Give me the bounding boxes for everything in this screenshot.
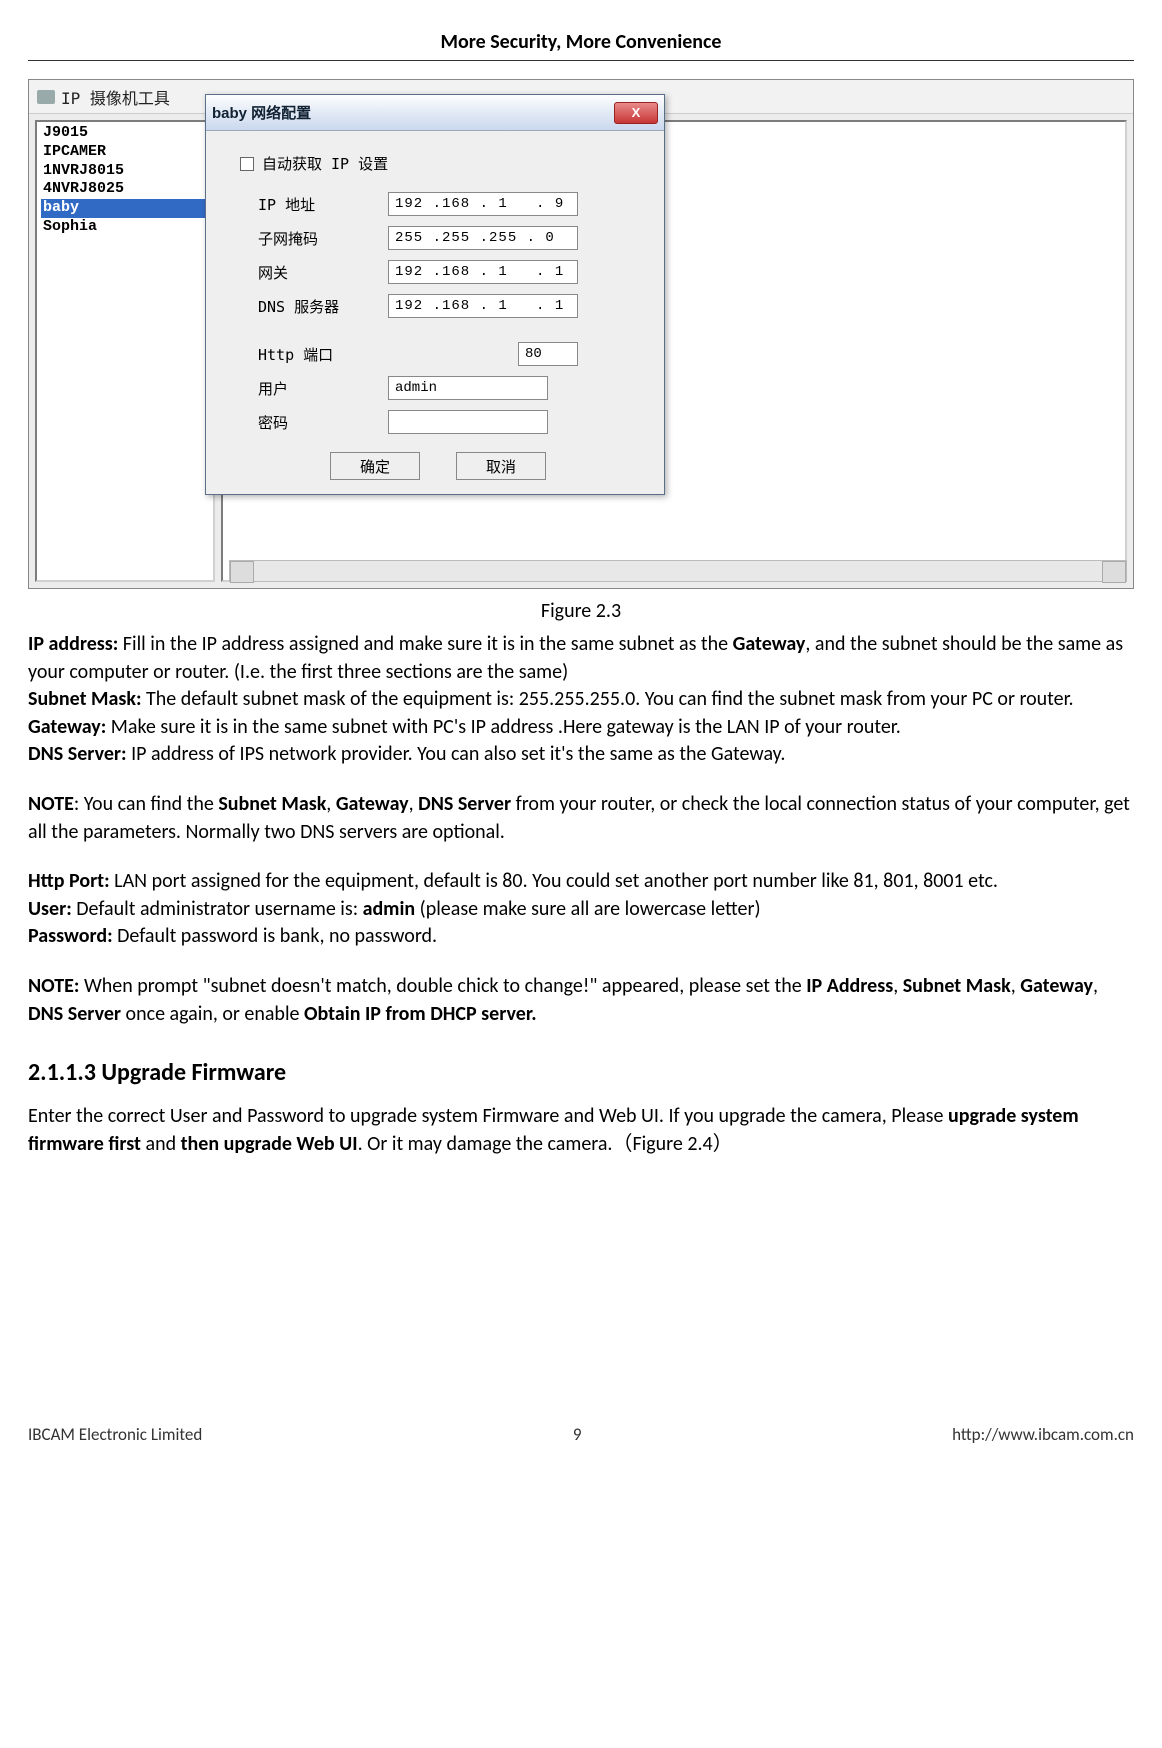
figure-caption: Figure 2.3 — [28, 599, 1134, 623]
user-input[interactable] — [388, 376, 548, 400]
t: Subnet Mask — [903, 974, 1011, 998]
page-footer: IBCAM Electronic Limited 9 http://www.ib… — [28, 1418, 1134, 1451]
t: IP address of IPS network provider. You … — [127, 742, 786, 766]
user-label: 用户 — [258, 378, 388, 399]
t: Enter the correct User and Password to u… — [28, 1104, 948, 1128]
pass-label: 密码 — [258, 412, 388, 433]
dns-label: DNS 服务器 — [258, 296, 388, 317]
t: (please make sure all are lowercase lett… — [415, 897, 760, 921]
t: Default password is bank, no password. — [113, 924, 438, 948]
password-input[interactable] — [388, 410, 548, 434]
t: Fill in the IP address assigned and make… — [118, 632, 732, 656]
ok-button[interactable]: 确定 — [330, 452, 420, 480]
camera-icon — [37, 90, 55, 104]
http-label: Http Port: — [28, 869, 110, 893]
footer-url: http://www.ibcam.com.cn — [952, 1424, 1134, 1445]
t: Make sure it is in the same subnet with … — [106, 715, 901, 739]
device-list-item[interactable]: baby — [41, 199, 209, 218]
device-list-item[interactable]: J9015 — [41, 124, 209, 143]
t: , — [1093, 974, 1098, 998]
device-list-item[interactable]: 1NVRJ8015 — [41, 162, 209, 181]
device-list-item[interactable]: IPCAMER — [41, 143, 209, 162]
ip-input[interactable] — [388, 192, 578, 216]
gateway-label: 网关 — [258, 262, 388, 283]
t: LAN port assigned for the equipment, def… — [110, 869, 998, 893]
mask-input[interactable] — [388, 226, 578, 250]
ip-label: IP 地址 — [258, 194, 388, 215]
port-input[interactable] — [518, 342, 578, 366]
right-pane: baby 网络配置 X 自动获取 IP 设置 IP 地址 — [221, 120, 1127, 582]
network-config-dialog: baby 网络配置 X 自动获取 IP 设置 IP 地址 — [205, 94, 665, 495]
ip-address-label: IP address: — [28, 632, 118, 656]
t: IP Address — [806, 974, 893, 998]
t: DNS Server — [418, 792, 511, 816]
t: The default subnet mask of the equipment… — [142, 687, 1074, 711]
gateway-input[interactable] — [388, 260, 578, 284]
tool-window: IP 摄像机工具 J9015IPCAMER1NVRJ80154NVRJ8025b… — [28, 79, 1134, 589]
auto-ip-row[interactable]: 自动获取 IP 设置 — [240, 153, 648, 174]
t: , — [893, 974, 903, 998]
t: Gateway — [1020, 974, 1093, 998]
user-label-txt: User: — [28, 897, 72, 921]
device-list-item[interactable]: 4NVRJ8025 — [41, 180, 209, 199]
device-list[interactable]: J9015IPCAMER1NVRJ80154NVRJ8025babySophia — [35, 120, 215, 582]
t: Gateway — [336, 792, 409, 816]
t: DNS Server — [28, 1002, 121, 1026]
t: : You can find the — [74, 792, 218, 816]
t: Subnet Mask — [218, 792, 326, 816]
cancel-button[interactable]: 取消 — [456, 452, 546, 480]
t: , — [409, 792, 419, 816]
gateway-label-txt: Gateway: — [28, 715, 106, 739]
mask-label: 子网掩码 — [258, 228, 388, 249]
dns-input[interactable] — [388, 294, 578, 318]
auto-ip-label: 自动获取 IP 设置 — [262, 153, 388, 174]
checkbox-icon[interactable] — [240, 157, 254, 171]
t: and — [141, 1132, 181, 1156]
note1-label: NOTE — [28, 792, 74, 816]
body-content: IP address: Fill in the IP address assig… — [28, 631, 1134, 1158]
t: Obtain IP from DHCP server. — [304, 1002, 537, 1026]
t: Gateway — [733, 632, 806, 656]
close-button[interactable]: X — [614, 102, 658, 124]
password-label-txt: Password: — [28, 924, 113, 948]
subnet-label: Subnet Mask: — [28, 687, 142, 711]
t: , — [326, 792, 336, 816]
t: then upgrade Web UI — [181, 1132, 358, 1156]
tool-window-title: IP 摄像机工具 — [61, 85, 170, 109]
footer-company: IBCAM Electronic Limited — [28, 1424, 202, 1445]
dns-label-txt: DNS Server: — [28, 742, 127, 766]
t: , — [1011, 974, 1021, 998]
dialog-title: baby 网络配置 — [212, 102, 614, 123]
note2-label: NOTE: — [28, 974, 79, 998]
page-header: More Security, More Convenience — [28, 30, 1134, 61]
device-list-item[interactable]: Sophia — [41, 218, 209, 237]
horizontal-scrollbar[interactable] — [229, 560, 1127, 582]
t: Default administrator username is: — [72, 897, 363, 921]
port-label: Http 端口 — [258, 344, 388, 365]
t: When prompt "subnet doesn't match, doubl… — [79, 974, 806, 998]
t: admin — [363, 897, 416, 921]
dialog-titlebar: baby 网络配置 X — [206, 95, 664, 131]
footer-page: 9 — [573, 1424, 582, 1445]
section-heading: 2.1.1.3 Upgrade Firmware — [28, 1056, 1134, 1089]
t: . Or it may damage the camera.（Figure 2.… — [358, 1132, 733, 1156]
t: once again, or enable — [121, 1002, 304, 1026]
